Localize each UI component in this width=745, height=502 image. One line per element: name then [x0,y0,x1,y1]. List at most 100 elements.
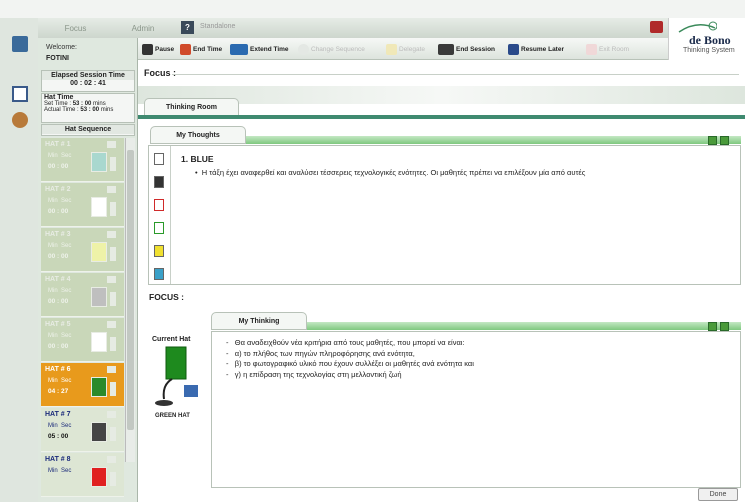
min-sec-label: Min Sec [48,153,71,159]
tab-thinking-room[interactable]: Thinking Room [144,98,239,116]
sec-label: Sec [61,468,72,474]
hat-sequence-item[interactable]: HAT # 5 Min Sec 00 : 00 [41,318,124,362]
expand-icon[interactable] [708,136,717,145]
min-sec-label: Min Sec [48,198,71,204]
scroll-thumb[interactable] [127,150,134,430]
hat-sequence-item[interactable]: HAT # 8 Min Sec [41,453,124,497]
hat-list-scrollbar[interactable] [125,138,135,462]
users-icon[interactable] [12,112,28,128]
hat-stand-icon [110,202,116,216]
focus-label: Focus : [144,68,177,78]
hat-time: 00 : 00 [48,298,69,305]
tab-my-thoughts[interactable]: My Thoughts [150,126,246,144]
thought-text: Η τάξη έχει αναφερθεί και αναλύσει τέσσε… [201,168,586,177]
hat-color-icon [91,287,107,307]
white-hat-swatch[interactable] [154,153,164,165]
sec-label: Sec [61,423,72,429]
hat-sequence-list: HAT # 1 Min Sec 00 : 00 HAT # 2 Min Sec 00 : … [41,138,135,502]
elapsed-time-box: Elapsed Session Time 00 : 02 : 41 [41,70,135,92]
icon-rail [0,18,38,502]
view-icon[interactable] [107,456,116,463]
hat-sequence-item[interactable]: HAT # 4 Min Sec 00 : 00 [41,273,124,317]
sec-label: Sec [61,333,72,339]
hat-sequence-item[interactable]: HAT # 3 Min Sec 00 : 00 [41,228,124,272]
elapsed-time-value: 00 : 02 : 41 [70,80,106,87]
hat-time-box: Hat Time Set Time : 53 : 00 mins Actual … [41,93,135,123]
thinking-line: - α) το πλήθος των πηγών πληροφόρησης αν… [226,349,731,360]
delegate-label: Delegate [399,45,426,53]
red-hat-swatch[interactable] [154,199,164,211]
bullet-icon: - [226,338,235,347]
hat-name: HAT # 5 [45,321,71,328]
view-icon[interactable] [107,411,116,418]
green-hat-swatch[interactable] [154,222,164,234]
view-icon[interactable] [107,231,116,238]
hat-sequence-item[interactable]: HAT # 2 Min Sec 00 : 00 [41,183,124,227]
my-thinking-editor[interactable]: - Θα αναδειχθούν νέα κριτήρια από τους μ… [211,331,741,488]
hat-sequence-item[interactable]: HAT # 7 Min Sec 05 : 00 [41,408,124,452]
pause-label: Pause [155,45,175,53]
exit-room-button[interactable]: Exit Room [586,42,629,56]
brand-name: de Bono [689,33,731,47]
hat-color-icon [91,422,107,442]
view-icon[interactable] [107,366,116,373]
session-toolbar: Pause End Time Extend Time Change Sequen… [138,38,668,60]
close-icon[interactable] [650,21,663,33]
min-label: Min [48,198,58,204]
thinking-line: - β) το φωτογραφικό υλικό που έχουν συλλ… [226,359,731,370]
hat-name: HAT # 6 [45,366,71,373]
view-icon[interactable] [107,186,116,193]
exit-icon [586,43,597,55]
session-sidebar: Welcome: FOTINI Elapsed Session Time 00 … [38,38,138,502]
end-time-label: End Time [193,45,223,53]
hat-name: HAT # 1 [45,141,71,148]
extend-time-label: Extend Time [250,45,289,53]
user-name: FOTINI [46,55,69,62]
hat-name: HAT # 8 [45,456,71,463]
save-icon[interactable] [720,136,729,145]
delegate-button[interactable]: Delegate [386,42,425,56]
tab-focus[interactable]: Focus [38,21,113,36]
folder-icon[interactable] [12,36,28,52]
tab-my-thinking[interactable]: My Thinking [211,312,307,330]
welcome-label: Welcome: [46,44,77,51]
hat-time: 05 : 00 [48,433,69,440]
view-icon[interactable] [107,321,116,328]
hat-sequence-item[interactable]: HAT # 6 Min Sec 04 : 27 [41,363,124,407]
min-label: Min [48,378,58,384]
expand-icon-2[interactable] [708,322,717,331]
room-bar [138,115,745,119]
hat-sequence-item[interactable]: HAT # 1 Min Sec 00 : 00 [41,138,124,182]
bullet-icon: - [226,359,235,368]
focus-label-2: FOCUS : [149,292,184,302]
view-icon[interactable] [107,141,116,148]
min-label: Min [48,333,58,339]
done-button[interactable]: Done [698,488,738,501]
min-label: Min [48,243,58,249]
pause-button[interactable]: Pause [142,42,174,56]
hat-time: 04 : 27 [48,388,69,395]
resume-later-button[interactable]: Resume Later [508,42,564,56]
end-time-button[interactable]: End Time [180,42,222,56]
save-icon-2[interactable] [720,322,729,331]
pause-icon [142,43,153,55]
bullet-icon: - [226,369,235,379]
tab-admin[interactable]: Admin [113,21,173,36]
hat-stand-icon [110,247,116,261]
document-icon[interactable] [12,86,28,102]
view-icon[interactable] [107,276,116,283]
change-sequence-button[interactable]: Change Sequence [298,42,365,56]
current-hat-label: Current Hat [152,336,191,343]
exit-room-label: Exit Room [599,45,629,53]
black-hat-swatch[interactable] [154,176,164,188]
blue-hat-swatch[interactable] [154,268,164,280]
extend-time-button[interactable]: Extend Time [230,42,289,56]
min-label: Min [48,153,58,159]
sec-label: Sec [61,288,72,294]
end-session-button[interactable]: End Session [438,42,495,56]
top-tab-bar: Focus Admin ? Standalone [38,18,745,38]
yellow-hat-swatch[interactable] [154,245,164,257]
hat-stand-icon [110,382,116,396]
help-button[interactable]: ? [181,21,194,34]
thinking-line-text: Θα αναδειχθούν νέα κριτήρια από τους μαθ… [234,338,465,347]
